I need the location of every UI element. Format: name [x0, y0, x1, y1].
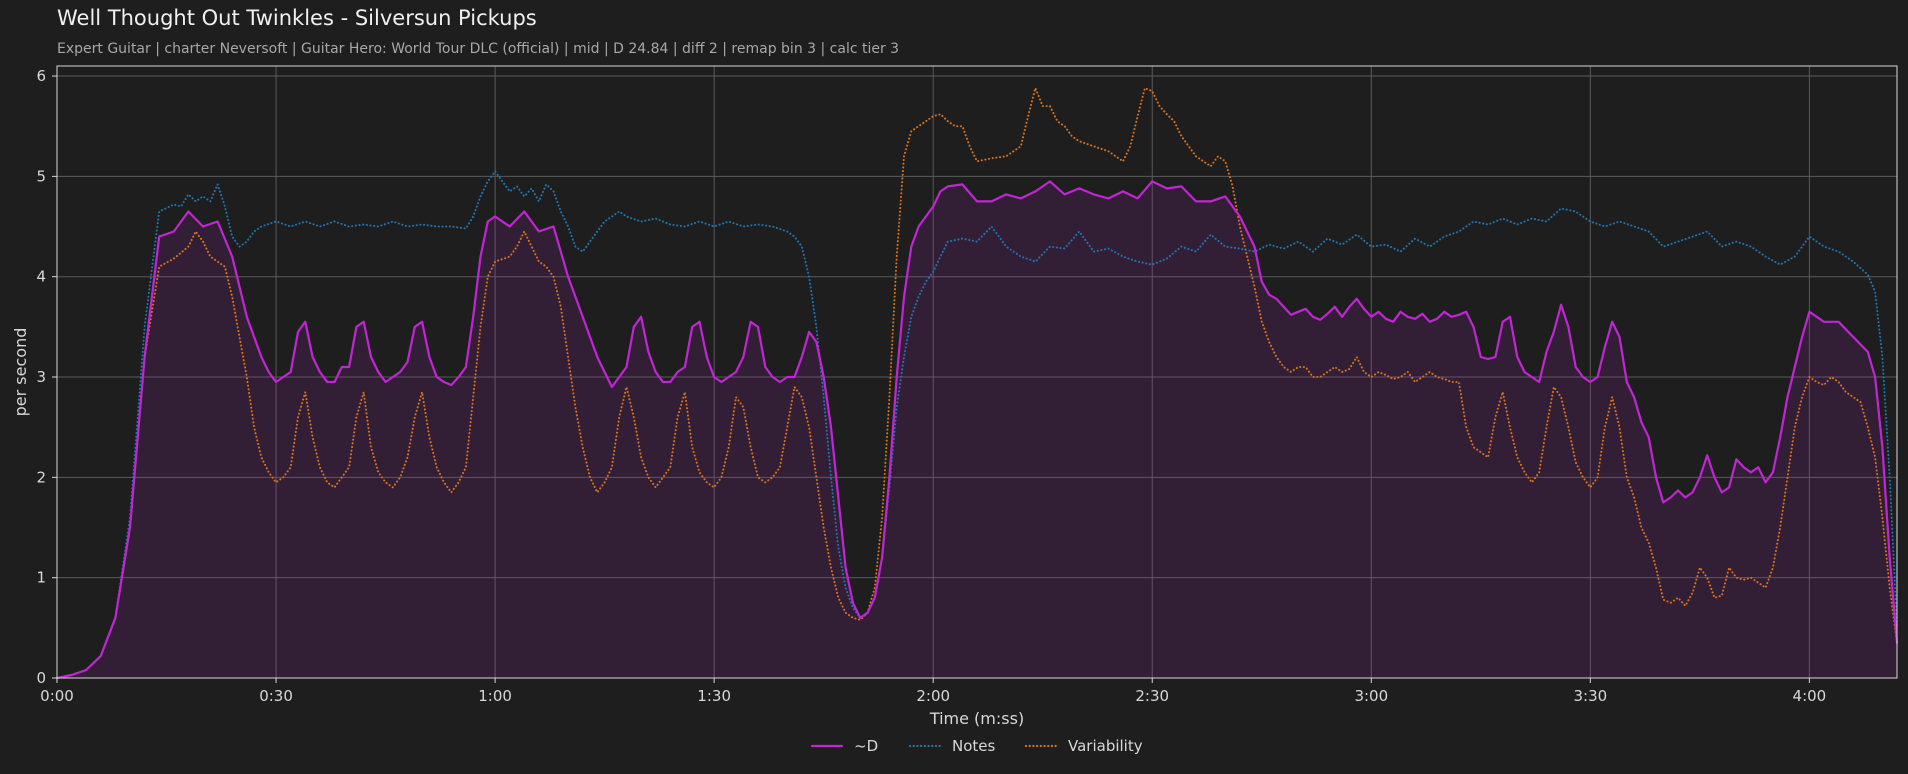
- x-tick-label: 1:30: [697, 687, 731, 705]
- y-tick-label: 5: [36, 167, 46, 185]
- x-tick-label: 3:00: [1354, 687, 1388, 705]
- series-d-area: [57, 181, 1897, 678]
- x-tick-label: 1:00: [478, 687, 512, 705]
- legend-label-d: ~D: [854, 737, 878, 755]
- chart: 0:00 0:30 1:00 1:30 2:00 2:30 3:00 3:30 4:00 0 1 2 3…: [11, 65, 1899, 755]
- legend-label-variability: Variability: [1068, 737, 1143, 755]
- x-axis-label: Time (m:ss): [929, 709, 1024, 728]
- x-tick-label: 3:30: [1573, 687, 1607, 705]
- y-tick-label: 3: [36, 368, 46, 386]
- y-tick-label: 6: [36, 67, 46, 85]
- y-tick-label: 0: [36, 669, 46, 687]
- x-tick-label: 0:30: [259, 687, 293, 705]
- y-axis-label: per second: [11, 328, 30, 417]
- area-fill-layer: [57, 181, 1897, 678]
- x-tick-label: 2:30: [1135, 687, 1169, 705]
- y-tick-label: 4: [36, 268, 46, 286]
- legend: ~D Notes Variability: [810, 737, 1143, 755]
- y-tick-label: 2: [36, 468, 46, 486]
- y-tick-label: 1: [36, 569, 46, 587]
- legend-label-notes: Notes: [952, 737, 996, 755]
- x-tick-label: 4:00: [1793, 687, 1827, 705]
- x-tick-label: 0:00: [40, 687, 74, 705]
- x-tick-label: 2:00: [916, 687, 950, 705]
